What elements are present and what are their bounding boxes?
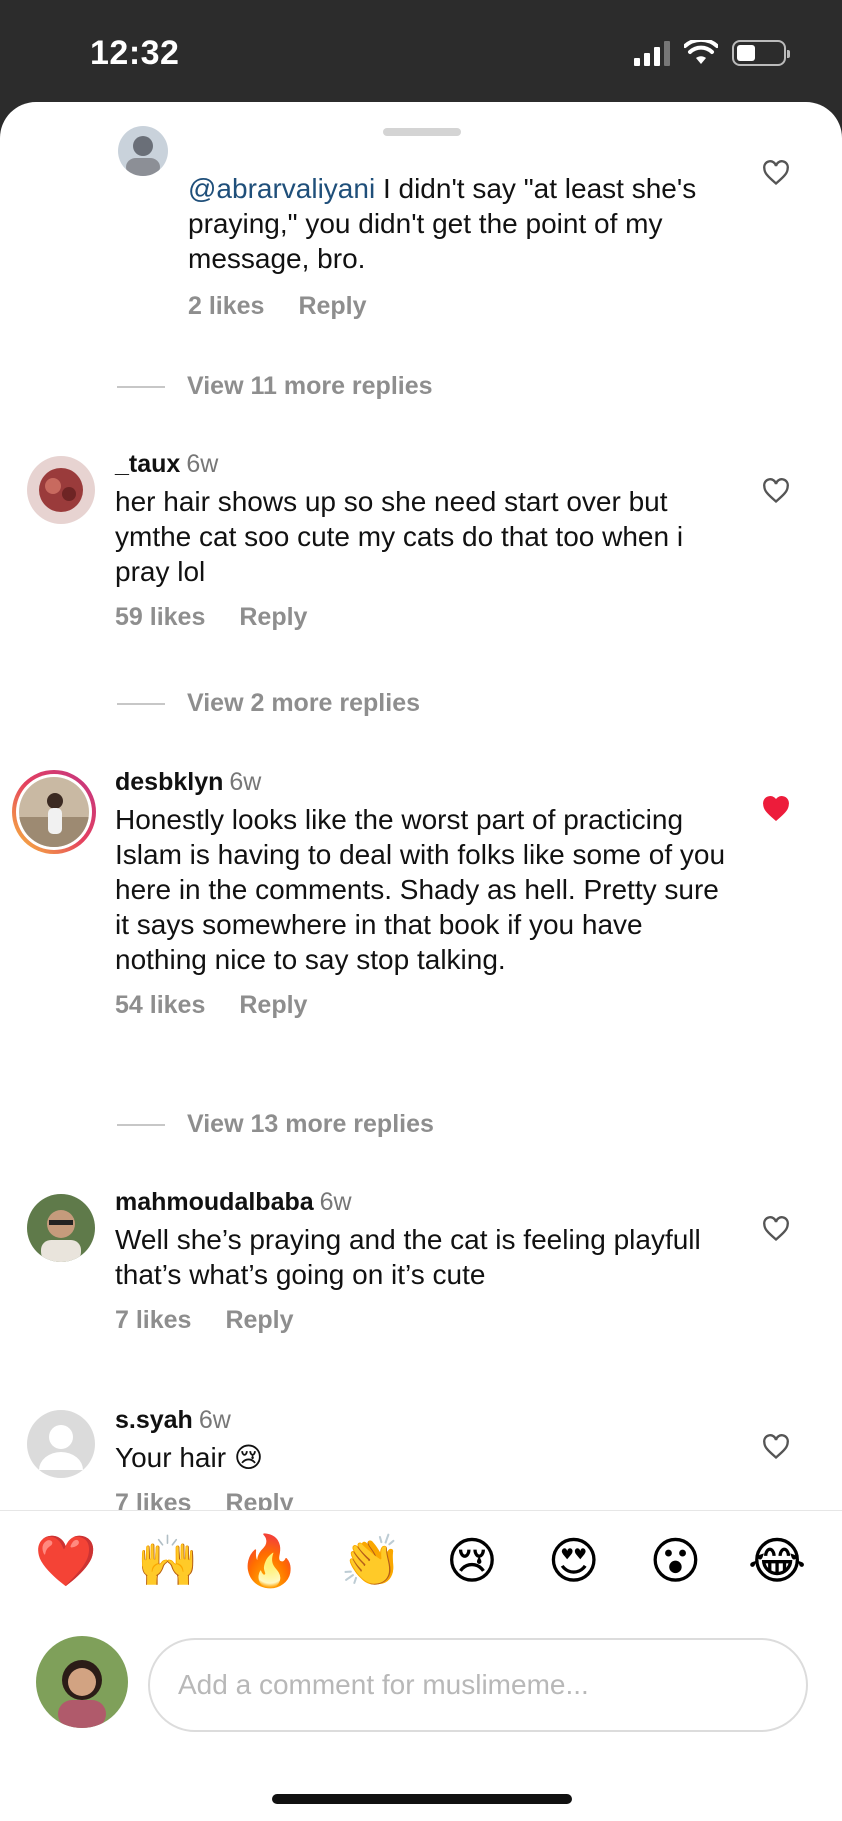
status-bar: 12:32 — [0, 0, 842, 110]
username[interactable]: desbklyn — [115, 768, 223, 796]
comment-meta: 59 likes Reply — [115, 603, 735, 632]
likes-count[interactable]: 54 likes — [115, 991, 205, 1019]
surprised-emoji-button[interactable]: 😮 — [645, 1536, 705, 1586]
status-icons — [634, 40, 790, 66]
heart-outline-icon[interactable] — [762, 160, 790, 186]
heart-eyes-emoji-button[interactable]: 😍 — [544, 1536, 604, 1586]
heart-emoji-button[interactable]: ❤️ — [35, 1536, 97, 1586]
comment-meta: 7 likes Reply — [115, 1306, 735, 1335]
raising-hands-emoji-button[interactable]: 🙌 — [137, 1536, 199, 1586]
home-indicator[interactable] — [272, 1794, 572, 1804]
reply-button[interactable]: Reply — [225, 1489, 293, 1510]
clapping-emoji-button[interactable]: 👏 — [340, 1536, 402, 1586]
story-avatar[interactable] — [12, 770, 96, 854]
heart-outline-icon[interactable] — [762, 478, 790, 504]
signal-icon — [634, 40, 670, 66]
quick-reactions-bar: ❤️ 🙌 🔥 👏 😢 😍 😮 😂 — [0, 1510, 842, 1610]
battery-icon — [732, 40, 790, 66]
likes-count[interactable]: 7 likes — [115, 1489, 191, 1510]
wifi-icon — [684, 40, 718, 64]
heart-outline-icon[interactable] — [762, 1216, 790, 1242]
timestamp: 6w — [229, 768, 262, 796]
comments-list[interactable]: @abrarvaliyani I didn't say "at least sh… — [0, 102, 842, 1510]
likes-count[interactable]: 59 likes — [115, 603, 205, 631]
comment-input[interactable] — [148, 1638, 808, 1732]
mention-link[interactable]: @abrarvaliyani — [188, 173, 375, 204]
heart-filled-icon[interactable] — [762, 796, 790, 822]
username[interactable]: mahmoudalbaba — [115, 1188, 314, 1216]
comment-meta: 7 likes Reply — [115, 1489, 735, 1510]
avatar[interactable] — [27, 1194, 95, 1262]
crying-emoji-button[interactable]: 😢 — [442, 1536, 502, 1586]
comment-meta: 2 likes Reply — [188, 292, 708, 321]
likes-count[interactable]: 7 likes — [115, 1306, 191, 1334]
likes-count[interactable]: 2 likes — [188, 292, 264, 320]
comment-composer — [0, 1632, 842, 1732]
view-more-replies[interactable]: View 13 more replies — [117, 1110, 434, 1139]
comment-text: Well she’s praying and the cat is feelin… — [115, 1224, 701, 1290]
my-avatar — [36, 1636, 128, 1728]
fire-emoji-button[interactable]: 🔥 — [238, 1536, 300, 1586]
timestamp: 6w — [198, 1406, 231, 1434]
view-more-replies[interactable]: View 2 more replies — [117, 689, 420, 718]
timestamp: 6w — [319, 1188, 352, 1216]
comment-text: Your hair 😢 — [115, 1442, 264, 1473]
avatar[interactable] — [27, 456, 95, 524]
username[interactable]: s.syah — [115, 1406, 193, 1434]
reply-button[interactable]: Reply — [298, 292, 366, 320]
view-more-replies[interactable]: View 11 more replies — [117, 372, 433, 401]
comment-text: Honestly looks like the worst part of pr… — [115, 804, 726, 975]
heart-outline-icon[interactable] — [762, 1434, 790, 1460]
avatar[interactable] — [118, 126, 168, 176]
reply-button[interactable]: Reply — [239, 603, 307, 631]
comment-meta: 54 likes Reply — [115, 991, 735, 1020]
timestamp: 6w — [186, 450, 219, 478]
laughing-emoji-button[interactable]: 😂 — [747, 1536, 807, 1586]
comments-sheet: @abrarvaliyani I didn't say "at least sh… — [0, 102, 842, 1821]
username[interactable]: _taux — [115, 450, 180, 478]
default-avatar-icon[interactable] — [27, 1410, 95, 1478]
comment-text: @abrarvaliyani I didn't say "at least sh… — [188, 173, 697, 274]
comment-text: her hair shows up so she need start over… — [115, 486, 684, 587]
status-time: 12:32 — [90, 34, 180, 72]
reply-button[interactable]: Reply — [225, 1306, 293, 1334]
reply-button[interactable]: Reply — [239, 991, 307, 1019]
